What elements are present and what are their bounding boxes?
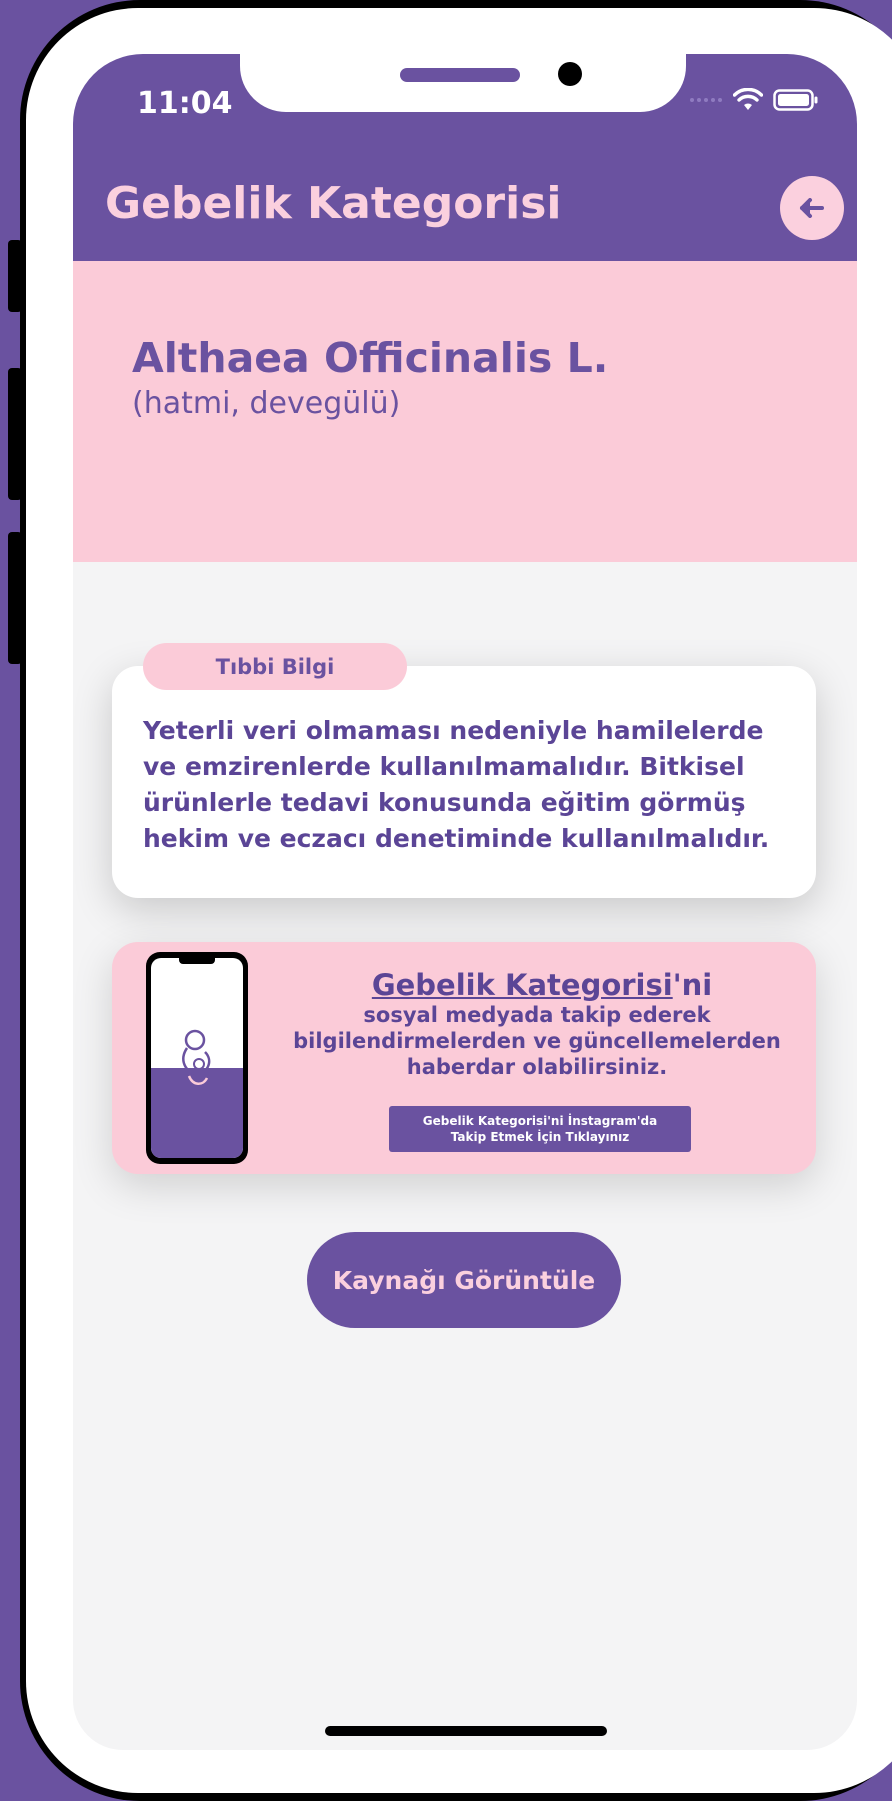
medical-info-card: Yeterli veri olmaması nedeniyle hamilele… [112, 666, 816, 898]
battery-icon [773, 89, 818, 111]
arrow-left-icon [800, 198, 824, 218]
phone-illustration-notch [179, 958, 215, 964]
promo-title-suffix: 'ni [672, 968, 713, 1002]
screen: 11:04 Gebelik Kategorisi Althaea Officin… [73, 54, 857, 1750]
social-promo-card: Gebelik Kategorisi'ni sosyal medyada tak… [112, 942, 816, 1174]
promo-body-text: sosyal medyada takip ederek bilgilendirm… [293, 1003, 781, 1079]
speaker-grille [400, 68, 520, 82]
instagram-follow-button[interactable]: Gebelik Kategorisi'ni İnstagram'da Takip… [389, 1106, 691, 1152]
plant-scientific-name: Althaea Officinalis L. [132, 334, 609, 382]
volume-down-button [8, 532, 22, 664]
phone-illustration [146, 952, 248, 1164]
notch [240, 54, 686, 112]
front-camera [558, 62, 582, 86]
plant-header: Althaea Officinalis L. (hatmi, devegülü) [73, 261, 857, 562]
medical-info-tab: Tıbbi Bilgi [143, 643, 407, 690]
promo-title: Gebelik Kategorisi'ni [342, 968, 742, 1002]
mute-switch [8, 240, 22, 312]
plant-common-name: (hatmi, devegülü) [132, 386, 401, 421]
app-bar: 11:04 Gebelik Kategorisi [73, 54, 857, 261]
home-indicator[interactable] [325, 1726, 607, 1736]
medical-info-text: Yeterli veri olmaması nedeniyle hamilele… [143, 716, 770, 853]
page-title: Gebelik Kategorisi [105, 178, 562, 229]
wifi-icon [733, 88, 763, 110]
volume-up-button [8, 368, 22, 500]
back-button[interactable] [780, 176, 844, 240]
phone-illustration-screen [151, 958, 243, 1158]
view-source-button[interactable]: Kaynağı Görüntüle [307, 1232, 621, 1328]
status-time: 11:04 [137, 86, 233, 121]
status-icons [689, 88, 819, 112]
signal-dots-icon [690, 98, 722, 102]
promo-title-link[interactable]: Gebelik Kategorisi [372, 968, 673, 1002]
mother-baby-logo-icon [182, 1029, 211, 1085]
